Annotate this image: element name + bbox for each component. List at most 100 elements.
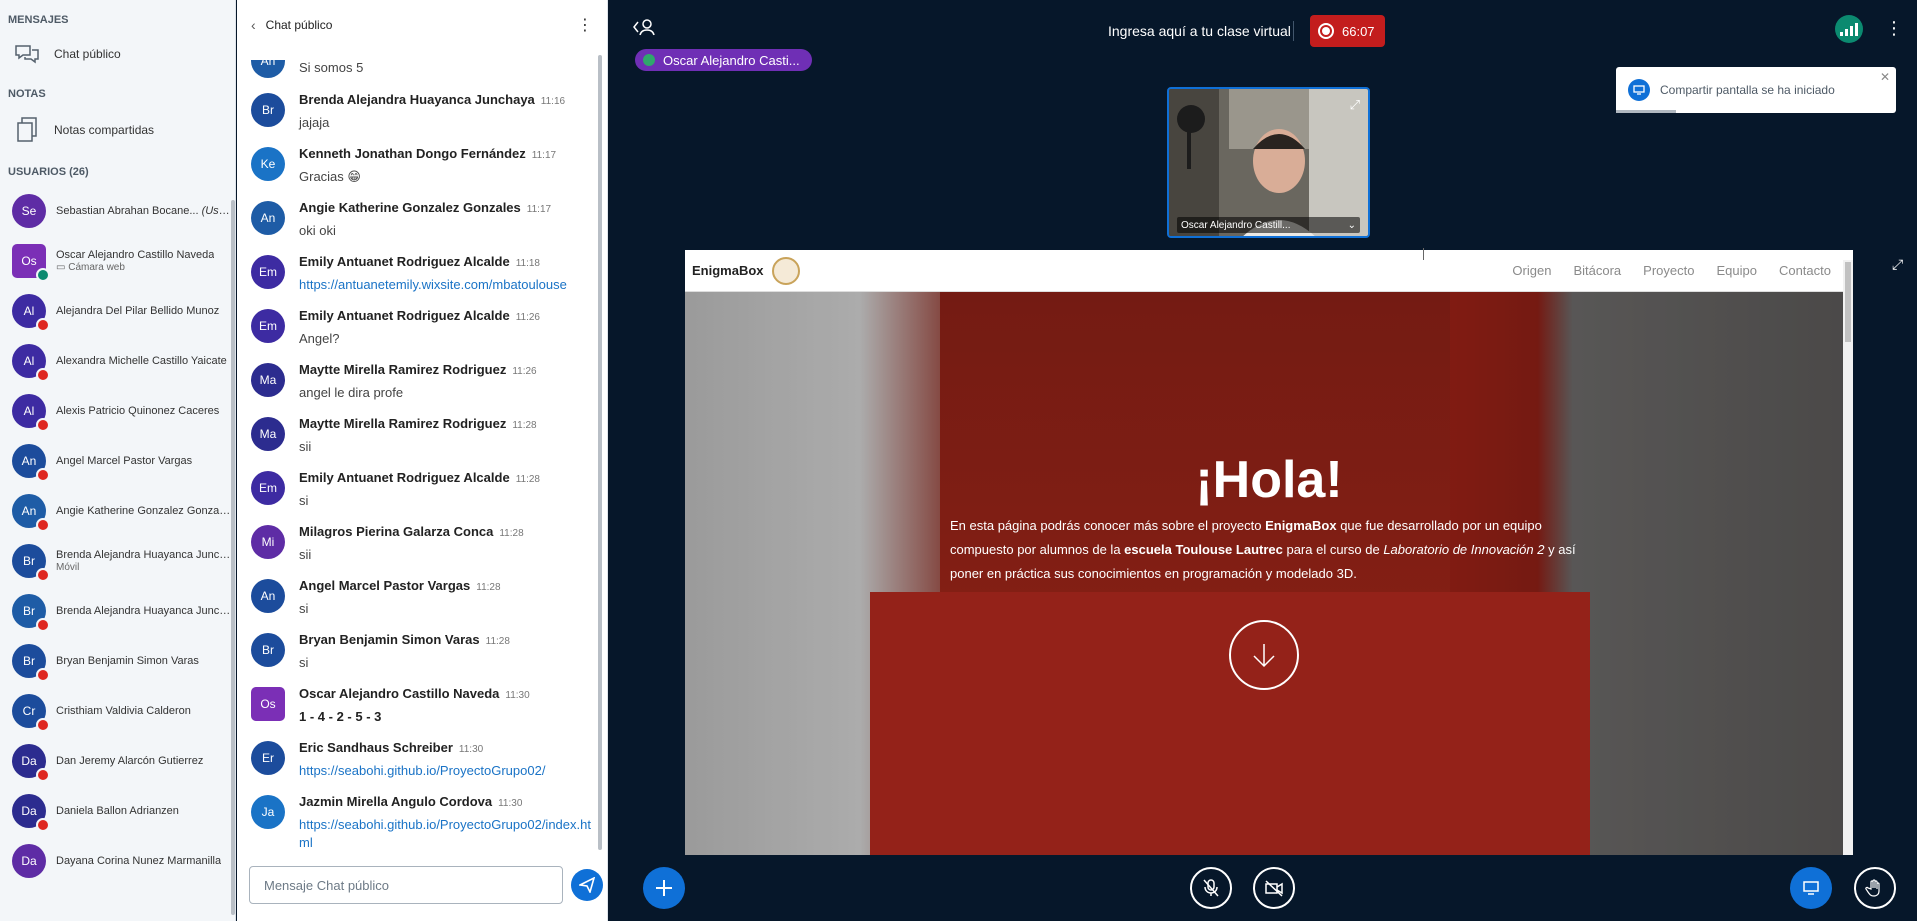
desktop-icon bbox=[1803, 881, 1819, 895]
shared-notes-label: Notas compartidas bbox=[54, 123, 155, 137]
message-text: 1 - 4 - 2 - 5 - 3 bbox=[299, 709, 382, 724]
avatar-initials: Br bbox=[23, 654, 35, 668]
webcam-name-label: Oscar Alejandro Castill... bbox=[1181, 219, 1291, 231]
hand-icon bbox=[1865, 879, 1880, 897]
screenshare-toast: Compartir pantalla se ha iniciado ✕ bbox=[1616, 67, 1896, 113]
user-list-item[interactable]: An Angel Marcel Pastor Vargas bbox=[0, 436, 235, 486]
message-time: 11:30 bbox=[498, 798, 523, 809]
user-list-item[interactable]: Br Brenda Alejandra Huayanca Junch... bbox=[0, 586, 235, 636]
user-list-toggle-icon[interactable] bbox=[633, 18, 655, 41]
avatar: Br bbox=[12, 544, 50, 582]
chat-options-icon[interactable]: ⋮ bbox=[577, 15, 593, 35]
chat-message: An Angie Katherine Gonzalez Gonzales 11:17… bbox=[237, 199, 607, 240]
message-time: 11:17 bbox=[526, 204, 552, 215]
author-name: Brenda Alejandra Huayanca Junchaya bbox=[299, 92, 535, 107]
fullscreen-icon[interactable]: ⤢ bbox=[1350, 97, 1360, 113]
user-name-text: Dan Jeremy Alarcón Gutierrez bbox=[56, 754, 204, 767]
scroll-down-button[interactable] bbox=[1229, 620, 1299, 690]
message-link[interactable]: https://seabohi.github.io/ProyectoGrupo0… bbox=[299, 762, 593, 780]
avatar-initials: An bbox=[21, 504, 37, 518]
user-name-text: Bryan Benjamin Simon Varas bbox=[56, 654, 199, 667]
message-list: An Si somos 5 Br Brenda Alejandra Huayanca … bbox=[237, 56, 607, 851]
avatar-initials: Br bbox=[23, 554, 35, 568]
screenshare-scrollbar bbox=[1843, 260, 1853, 855]
connection-status-icon[interactable] bbox=[1835, 15, 1863, 43]
avatar: Ke bbox=[251, 147, 285, 181]
message-link[interactable]: https://antuanetemily.wixsite.com/mbatou… bbox=[299, 276, 593, 294]
user-list-item[interactable]: Da Dayana Corina Nunez Marmanilla bbox=[0, 836, 235, 886]
message-text: Si somos 5 bbox=[299, 60, 364, 75]
close-icon[interactable]: ✕ bbox=[1880, 70, 1890, 84]
user-list-item[interactable]: Br Bryan Benjamin Simon Varas bbox=[0, 636, 235, 686]
raise-hand-button[interactable] bbox=[1854, 867, 1896, 909]
message-text: angel le dira profe bbox=[299, 385, 404, 400]
user-list-item[interactable]: Da Daniela Ballon Adrianzen bbox=[0, 786, 235, 836]
user-info: Dan Jeremy Alarcón Gutierrez bbox=[46, 755, 203, 768]
webcam-tile[interactable]: ⤢ Oscar Alejandro Castill... ⌄ bbox=[1167, 87, 1370, 238]
chat-message: Mi Milagros Pierina Galarza Conca 11:28 sii bbox=[237, 523, 607, 564]
author-name: Oscar Alejandro Castillo Naveda bbox=[299, 686, 500, 701]
user-list-item[interactable]: Cr Cristhiam Valdivia Calderon bbox=[0, 686, 235, 736]
chat-message-input[interactable]: Mensaje Chat público bbox=[249, 866, 563, 904]
author-name: Emily Antuanet Rodriguez Alcalde bbox=[299, 308, 510, 323]
message-text: sii bbox=[299, 547, 312, 562]
message-text: si bbox=[299, 655, 309, 670]
message-author: Eric Sandhaus Schreiber 11:30 bbox=[299, 739, 593, 759]
chat-message: Br Brenda Alejandra Huayanca Junchaya 11:1… bbox=[237, 91, 607, 132]
sidebar-scrollbar[interactable] bbox=[231, 200, 235, 915]
user-you-label: (Usted) bbox=[201, 204, 231, 217]
chat-scrollbar[interactable] bbox=[598, 55, 602, 850]
user-info: Alexis Patricio Quinonez Caceres bbox=[46, 405, 219, 418]
chat-header: ‹ Chat público ⋮ bbox=[237, 0, 607, 50]
user-name-text: Brenda Alejandra Huayanca Junch... bbox=[56, 604, 231, 617]
avatar-initials: Br bbox=[262, 103, 274, 117]
cursor-icon bbox=[1423, 248, 1431, 260]
send-button[interactable] bbox=[571, 869, 603, 901]
options-menu-icon[interactable]: ⋮ bbox=[1885, 18, 1903, 39]
user-name-text: Cristhiam Valdivia Calderon bbox=[56, 704, 191, 717]
message-time: 11:28 bbox=[485, 636, 510, 647]
message-text: oki oki bbox=[299, 223, 336, 238]
screenshare-button[interactable] bbox=[1790, 867, 1832, 909]
avatar: Se bbox=[12, 194, 46, 228]
user-list-item[interactable]: Os Oscar Alejandro Castillo Naveda ▭ Cáma… bbox=[0, 236, 235, 286]
hero-text-part: En esta página podrás conocer más sobre … bbox=[950, 518, 1266, 533]
avatar-initials: Al bbox=[23, 304, 35, 318]
avatar: An bbox=[251, 60, 285, 78]
user-name: Dayana Corina Nunez Marmanilla bbox=[56, 855, 221, 868]
unmute-button[interactable] bbox=[1190, 867, 1232, 909]
avatar-initials: Br bbox=[23, 604, 35, 618]
message-body: Brenda Alejandra Huayanca Junchaya 11:16 j… bbox=[299, 91, 593, 132]
talking-indicator[interactable]: Oscar Alejandro Casti... bbox=[635, 49, 812, 71]
user-list-item[interactable]: Da Dan Jeremy Alarcón Gutierrez bbox=[0, 736, 235, 786]
avatar-initials: Em bbox=[259, 481, 277, 495]
avatar: Ma bbox=[251, 417, 285, 451]
user-list-item[interactable]: Al Alejandra Del Pilar Bellido Munoz bbox=[0, 286, 235, 336]
chat-message: Ja Jazmin Mirella Angulo Cordova 11:30 http… bbox=[237, 793, 607, 851]
share-webcam-button[interactable] bbox=[1253, 867, 1295, 909]
user-list-item[interactable]: Al Alexandra Michelle Castillo Yaicate bbox=[0, 336, 235, 386]
avatar-initials: An bbox=[21, 454, 37, 468]
recording-indicator[interactable]: 66:07 bbox=[1310, 15, 1385, 47]
message-body: Si somos 5 bbox=[299, 56, 593, 78]
avatar-initials: Em bbox=[259, 265, 277, 279]
user-list-item[interactable]: Al Alexis Patricio Quinonez Caceres bbox=[0, 386, 235, 436]
message-link[interactable]: https://seabohi.github.io/ProyectoGrupo0… bbox=[299, 816, 593, 851]
user-name: Alejandra Del Pilar Bellido Munoz bbox=[56, 305, 219, 318]
screenshare-fullscreen-icon[interactable]: ⤢ bbox=[1892, 256, 1903, 273]
user-list-item[interactable]: Br Brenda Alejandra Huayanca Junch... Móv… bbox=[0, 536, 235, 586]
user-list-item[interactable]: Se Sebastian Abrahan Bocane... (Usted) bbox=[0, 186, 235, 236]
user-info: Dayana Corina Nunez Marmanilla bbox=[46, 855, 221, 868]
chevron-down-icon[interactable]: ⌄ bbox=[1348, 220, 1356, 231]
user-list-item[interactable]: An Angie Katherine Gonzalez Gonzales bbox=[0, 486, 235, 536]
chat-title: Chat público bbox=[265, 18, 333, 32]
chat-message: Em Emily Antuanet Rodriguez Alcalde 11:26 A… bbox=[237, 307, 607, 348]
actions-plus-button[interactable] bbox=[643, 867, 685, 909]
avatar-initials: Al bbox=[23, 404, 35, 418]
back-chevron-icon[interactable]: ‹ bbox=[251, 17, 256, 33]
public-chat-item[interactable]: Chat público bbox=[0, 32, 235, 76]
message-author: Maytte Mirella Ramirez Rodriguez 11:28 bbox=[299, 415, 593, 435]
avatar-initials: Er bbox=[262, 751, 274, 765]
shared-notes-item[interactable]: Notas compartidas bbox=[0, 108, 235, 152]
user-info: Cristhiam Valdivia Calderon bbox=[46, 705, 191, 718]
